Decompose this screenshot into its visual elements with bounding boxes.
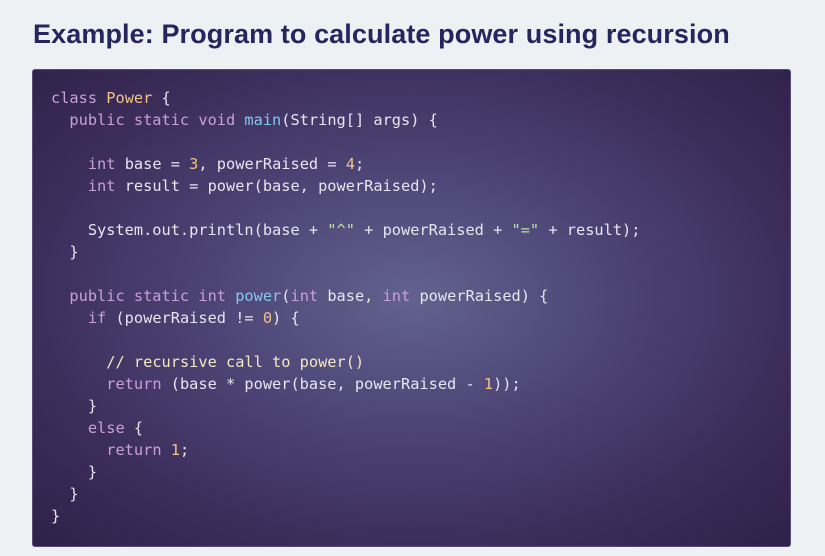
code-token: (String[] args) {	[281, 111, 438, 129]
code-token: ;	[354, 155, 365, 173]
code-line: }	[51, 241, 640, 263]
code-token: ));	[493, 375, 521, 393]
code-token: ;	[179, 441, 190, 459]
code-token: int	[87, 155, 116, 173]
code-token: "^"	[327, 221, 355, 239]
code-line: }	[51, 395, 640, 417]
code-token: {	[152, 89, 171, 107]
code-token: }	[51, 485, 79, 503]
code-token: 0	[262, 309, 273, 327]
code-token: base,	[318, 287, 383, 305]
code-token: return	[106, 441, 162, 459]
code-token: ) {	[272, 309, 300, 327]
code-token: 4	[345, 155, 355, 173]
code-token: + powerRaised +	[354, 221, 512, 239]
code-token: "="	[511, 221, 540, 239]
code-token: result = power(base, powerRaised);	[115, 177, 438, 195]
code-token: }	[51, 463, 98, 481]
code-token: }	[51, 397, 98, 415]
code-line: public static int power(int base, int po…	[51, 285, 640, 307]
code-token: }	[51, 243, 79, 261]
code-line: }	[51, 505, 640, 527]
code-token: {	[124, 419, 144, 437]
page: Example: Program to calculate power usin…	[0, 0, 825, 556]
page-title: Example: Program to calculate power usin…	[33, 19, 730, 49]
code-token: power	[235, 287, 282, 305]
code-token: base =	[115, 155, 190, 173]
code-line: System.out.println(base + "^" + powerRai…	[51, 219, 641, 241]
code-token: main	[244, 111, 282, 129]
code-token: , powerRaised =	[198, 155, 346, 173]
code-token: int	[290, 287, 319, 305]
code-line: int base = 3, powerRaised = 4;	[51, 153, 640, 175]
code-line: public static void main(String[] args) {	[51, 109, 640, 131]
code-token: System.out.println(base +	[51, 221, 328, 239]
code-token: class	[51, 89, 98, 107]
code-line: }	[51, 461, 640, 483]
code-line: int result = power(base, powerRaised);	[51, 175, 640, 197]
code-token: int	[382, 287, 411, 305]
code-token: return	[106, 375, 162, 393]
code-token: int	[87, 177, 116, 195]
code-token: 3	[189, 155, 199, 173]
code-block[interactable]: class Power { public static void main(St…	[32, 69, 791, 547]
code-line: // recursive call to power()	[51, 351, 640, 373]
code-token: public static int	[69, 287, 226, 305]
code-line: else {	[51, 417, 640, 439]
code-listing: class Power { public static void main(St…	[51, 87, 640, 527]
code-token: (base * power(base, powerRaised -	[161, 375, 484, 393]
code-line: }	[51, 483, 640, 505]
code-line: return 1;	[51, 439, 640, 461]
code-line: class Power {	[51, 87, 640, 109]
code-line: if (powerRaised != 0) {	[51, 307, 640, 329]
code-token: 1	[483, 375, 494, 393]
code-token: if	[87, 309, 107, 327]
code-token: }	[51, 507, 61, 525]
code-token: (powerRaised !=	[106, 309, 263, 327]
code-token: 1	[170, 441, 180, 459]
code-token: // recursive call to power()	[106, 353, 365, 371]
code-token: Power	[106, 89, 153, 107]
code-token: powerRaised) {	[410, 287, 549, 305]
code-token: public static void	[69, 111, 236, 129]
code-token: + result);	[539, 221, 641, 239]
code-token: else	[87, 419, 125, 437]
code-line: return (base * power(base, powerRaised -…	[51, 373, 640, 395]
